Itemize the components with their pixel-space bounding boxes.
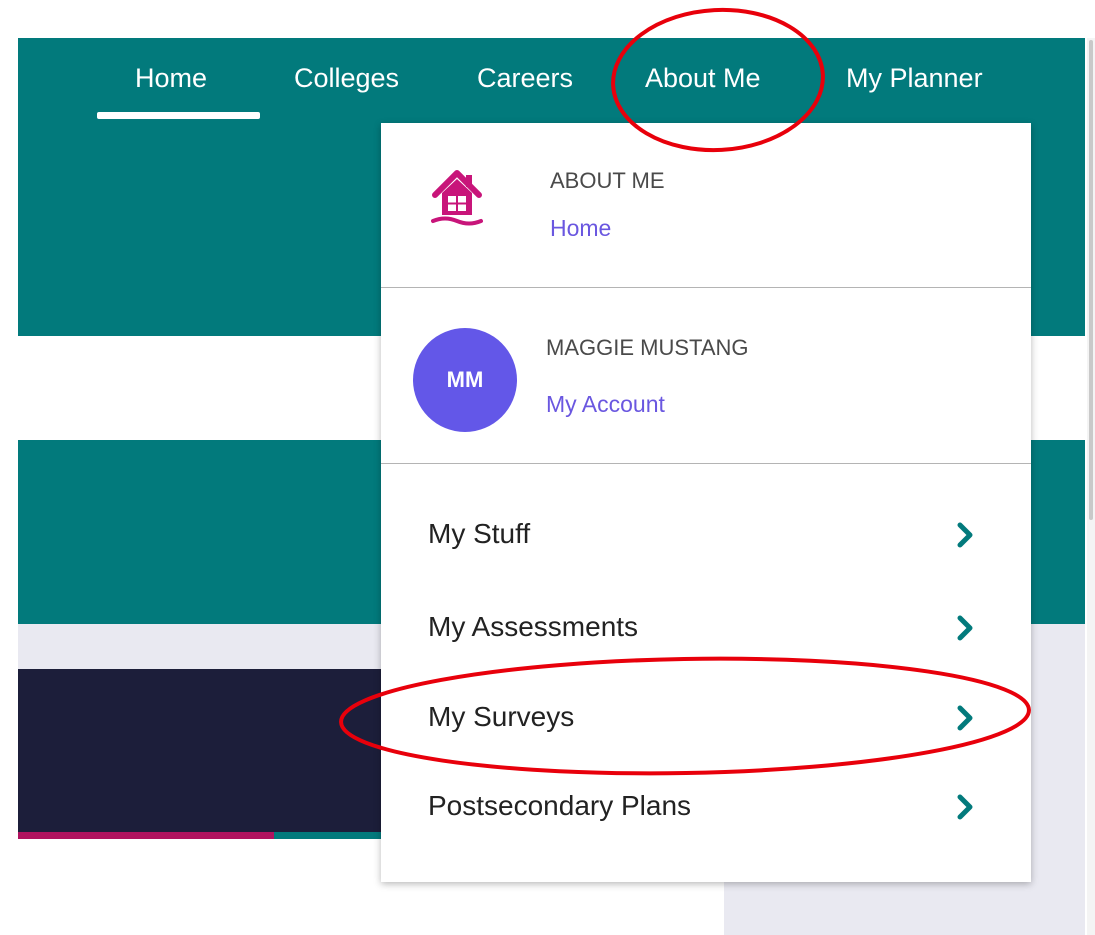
- avatar: MM: [413, 328, 517, 432]
- nav-about-me[interactable]: About Me: [645, 58, 761, 98]
- nav-home[interactable]: Home: [135, 58, 207, 98]
- chevron-right-icon: [957, 615, 973, 641]
- dark-card: [18, 669, 398, 832]
- menu-item-label: My Assessments: [428, 611, 639, 642]
- nav-active-indicator: [97, 112, 260, 119]
- chevron-right-icon: [957, 705, 973, 731]
- my-account-link[interactable]: My Account: [546, 391, 665, 418]
- about-me-heading: ABOUT ME: [550, 168, 665, 193]
- menu-item-postsecondary-plans[interactable]: Postsecondary Plans: [381, 776, 1031, 836]
- menu-item-my-assessments[interactable]: My Assessments: [381, 597, 1031, 657]
- scrollbar-thumb[interactable]: [1089, 40, 1093, 520]
- house-icon: [431, 170, 483, 226]
- nav-careers[interactable]: Careers: [477, 58, 573, 98]
- nav-my-planner[interactable]: My Planner: [846, 58, 983, 98]
- section-divider: [381, 463, 1031, 464]
- chevron-right-icon: [957, 522, 973, 548]
- menu-item-my-stuff[interactable]: My Stuff: [381, 504, 1031, 564]
- menu-item-label: My Surveys: [428, 701, 575, 732]
- section-divider: [381, 287, 1031, 288]
- menu-item-label: My Stuff: [428, 518, 531, 549]
- about-me-home-link[interactable]: Home: [550, 215, 611, 242]
- nav-colleges[interactable]: Colleges: [294, 58, 399, 98]
- card-accent-magenta: [18, 832, 274, 839]
- chevron-right-icon: [957, 794, 973, 820]
- user-name: MAGGIE MUSTANG: [546, 335, 749, 360]
- card-accent-teal: [274, 832, 398, 839]
- menu-item-label: Postsecondary Plans: [428, 790, 692, 821]
- menu-item-my-surveys[interactable]: My Surveys: [381, 687, 1031, 747]
- about-me-dropdown: ABOUT ME Home MM MAGGIE MUSTANG My Accou…: [381, 123, 1031, 882]
